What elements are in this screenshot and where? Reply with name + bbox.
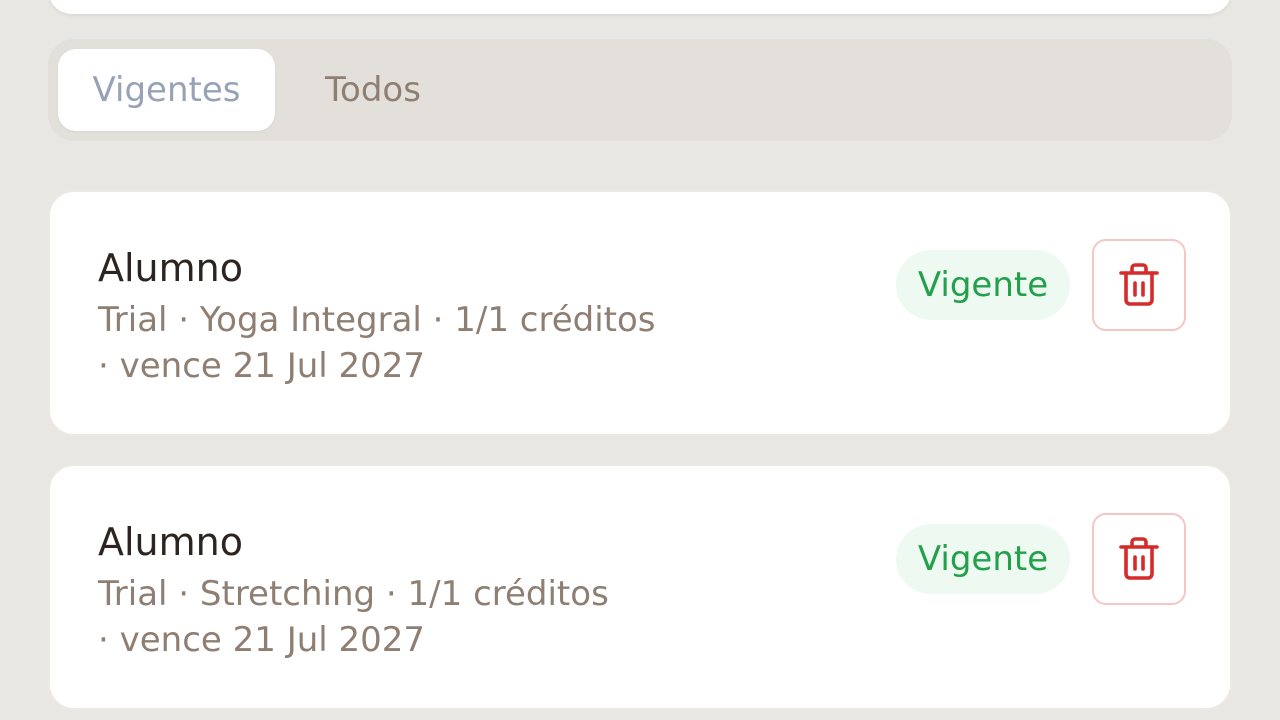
delete-button[interactable]: [1092, 513, 1186, 605]
tab-todos[interactable]: Todos: [275, 49, 471, 131]
status-badge: Vigente: [896, 250, 1070, 320]
page: Vigentes Todos Alumno Trial · Yoga Integ…: [0, 0, 1280, 720]
list-item[interactable]: Alumno Trial · Yoga Integral · 1/1 crédi…: [48, 190, 1232, 436]
trash-icon: [1119, 537, 1159, 580]
item-details: Trial · Yoga Integral · 1/1 créditos: [98, 300, 656, 340]
filter-tabs: Vigentes Todos: [48, 39, 1232, 141]
list-item[interactable]: Alumno Trial · Stretching · 1/1 créditos…: [48, 464, 1232, 710]
item-expiry: · vence 21 Jul 2027: [98, 620, 426, 660]
item-expiry: · vence 21 Jul 2027: [98, 346, 426, 386]
trash-icon: [1119, 263, 1159, 306]
tab-vigentes-label: Vigentes: [92, 70, 241, 110]
tab-vigentes[interactable]: Vigentes: [58, 49, 275, 131]
tab-todos-label: Todos: [325, 70, 421, 110]
item-title: Alumno: [98, 520, 243, 564]
item-details: Trial · Stretching · 1/1 créditos: [98, 574, 609, 614]
item-title: Alumno: [98, 246, 243, 290]
delete-button[interactable]: [1092, 239, 1186, 331]
previous-card-edge: [48, 0, 1232, 14]
status-badge: Vigente: [896, 524, 1070, 594]
